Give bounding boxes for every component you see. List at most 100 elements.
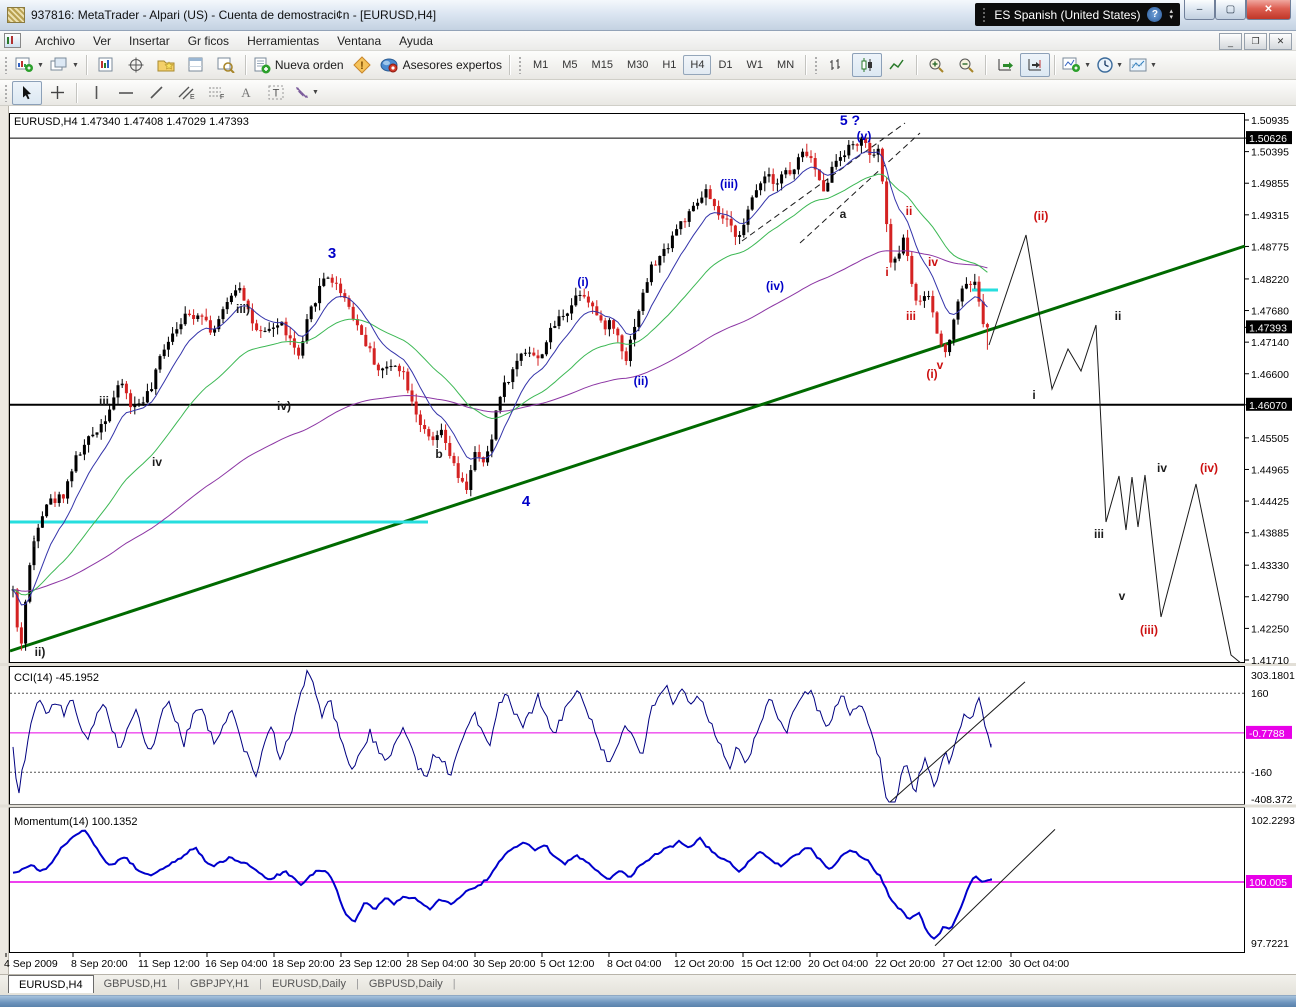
candle-body bbox=[427, 429, 430, 436]
candle-body bbox=[549, 328, 552, 342]
crosshair-tool-button[interactable] bbox=[42, 81, 72, 105]
menu-insertar[interactable]: Insertar bbox=[120, 32, 179, 50]
templates-button[interactable]: ▼ bbox=[1126, 53, 1160, 77]
candle-body bbox=[360, 325, 363, 335]
momentum-panel[interactable]: Momentum(14) 100.1352102.229397.7221100.… bbox=[10, 808, 1295, 953]
cci-level-label: 160 bbox=[1251, 688, 1269, 700]
language-bar-grip[interactable] bbox=[982, 7, 987, 23]
restore-button[interactable]: ▢ bbox=[1215, 0, 1246, 20]
menu-ayuda[interactable]: Ayuda bbox=[390, 32, 442, 50]
menu-graficos[interactable]: Gr ficos bbox=[179, 32, 238, 50]
candle-body bbox=[600, 315, 603, 320]
candle-body bbox=[898, 253, 901, 258]
panel-splitter[interactable] bbox=[0, 663, 1296, 666]
terminal-button[interactable] bbox=[181, 53, 211, 77]
candle-body bbox=[49, 498, 52, 504]
mdi-close-button[interactable]: ✕ bbox=[1269, 33, 1292, 50]
chart-shift-button[interactable] bbox=[1020, 53, 1050, 77]
zoom-in-button[interactable] bbox=[921, 53, 951, 77]
candle-body bbox=[423, 425, 426, 429]
candle-body bbox=[322, 279, 325, 286]
timeframe-h1[interactable]: H1 bbox=[655, 55, 683, 75]
bar-chart-button[interactable] bbox=[822, 53, 852, 77]
wave-label: iv bbox=[928, 255, 938, 269]
strategy-tester-button[interactable] bbox=[211, 53, 241, 77]
wave-label: (iv) bbox=[1200, 461, 1218, 475]
navigator-button[interactable] bbox=[151, 53, 181, 77]
horizontal-line-tool-button[interactable] bbox=[111, 81, 141, 105]
data-window-button[interactable] bbox=[121, 53, 151, 77]
candle-body bbox=[205, 317, 208, 321]
wave-label: (v) bbox=[857, 129, 872, 143]
tab-eurusd-daily[interactable]: EURUSD,Daily bbox=[262, 975, 356, 992]
tab-gbpusd-daily[interactable]: GBPUSD,Daily bbox=[359, 975, 453, 992]
wave-label: iii) bbox=[236, 302, 250, 316]
toolbar-grip[interactable] bbox=[4, 84, 9, 102]
candle-body bbox=[927, 296, 930, 297]
vertical-line-tool-button[interactable] bbox=[81, 81, 111, 105]
candle-body bbox=[616, 329, 619, 336]
toolbar-grip[interactable] bbox=[814, 56, 819, 74]
menu-ventana[interactable]: Ventana bbox=[328, 32, 390, 50]
candle-body bbox=[87, 436, 90, 445]
new-chart-button[interactable]: ▼ bbox=[12, 53, 47, 77]
timeframe-m30[interactable]: M30 bbox=[620, 55, 655, 75]
timeframe-d1[interactable]: D1 bbox=[711, 55, 739, 75]
menu-ver[interactable]: Ver bbox=[84, 32, 120, 50]
toolbar-grip[interactable] bbox=[4, 56, 9, 74]
menu-herramientas[interactable]: Herramientas bbox=[238, 32, 328, 50]
close-button[interactable]: ✕ bbox=[1246, 0, 1291, 20]
arrows-tool-button[interactable]: ▼ bbox=[291, 81, 322, 105]
panel-splitter[interactable] bbox=[0, 805, 1296, 808]
metatrader-window: 937816: MetaTrader - Alpari (US) - Cuent… bbox=[0, 0, 1296, 1002]
candle-body bbox=[805, 152, 808, 156]
timeframe-m5[interactable]: M5 bbox=[555, 55, 584, 75]
indicators-button[interactable]: ▼ bbox=[1059, 53, 1094, 77]
language-bar-options-icon[interactable]: ▴▾ bbox=[1169, 9, 1173, 21]
line-chart-button[interactable] bbox=[882, 53, 912, 77]
tab-gbpusd-h1[interactable]: GBPUSD,H1 bbox=[94, 975, 178, 992]
new-order-button[interactable]: Nueva orden bbox=[250, 53, 347, 77]
expert-advisors-button[interactable]: Asesores expertos bbox=[377, 53, 505, 77]
minimize-button[interactable]: – bbox=[1184, 0, 1215, 20]
auto-scroll-button[interactable] bbox=[990, 53, 1020, 77]
chart-area[interactable]: 35 ?(v)(iii)(i)(iv)(ii)4iii)iv)iiiiviii)… bbox=[0, 106, 1296, 974]
dropdown-caret-icon: ▼ bbox=[312, 89, 319, 96]
language-bar[interactable]: ES Spanish (United States) ? ▴▾ bbox=[975, 3, 1180, 26]
candlestick-chart-button[interactable] bbox=[852, 53, 882, 77]
ohlc-header: EURUSD,H4 1.47340 1.47408 1.47029 1.4739… bbox=[14, 116, 249, 128]
mdi-restore-button[interactable]: ❐ bbox=[1244, 33, 1267, 50]
candle-body bbox=[747, 210, 750, 225]
menu-archivo[interactable]: Archivo bbox=[26, 32, 84, 50]
timeframe-h4[interactable]: H4 bbox=[683, 55, 711, 75]
profiles-button[interactable]: ▼ bbox=[47, 53, 82, 77]
fibonacci-tool-button[interactable]: F bbox=[201, 81, 231, 105]
zoom-out-button[interactable] bbox=[951, 53, 981, 77]
market-watch-button[interactable] bbox=[91, 53, 121, 77]
candle-body bbox=[612, 320, 615, 329]
cursor-tool-button[interactable] bbox=[12, 81, 42, 105]
candle-body bbox=[541, 354, 544, 358]
timeframe-w1[interactable]: W1 bbox=[740, 55, 771, 75]
tab-gbpjpy-h1[interactable]: GBPJPY,H1 bbox=[180, 975, 259, 992]
title-bar[interactable]: 937816: MetaTrader - Alpari (US) - Cuent… bbox=[0, 0, 1296, 31]
timeframe-m15[interactable]: M15 bbox=[585, 55, 620, 75]
timeframe-m1[interactable]: M1 bbox=[526, 55, 555, 75]
help-icon[interactable]: ? bbox=[1147, 7, 1162, 22]
eurusd-h4-chart[interactable]: 35 ?(v)(iii)(i)(iv)(ii)4iii)iv)iiiiviii)… bbox=[0, 106, 1296, 974]
candle-body bbox=[201, 315, 204, 316]
trendline-tool-button[interactable] bbox=[141, 81, 171, 105]
toolbar-grip[interactable] bbox=[518, 56, 523, 74]
cci-panel[interactable]: 160-160CCI(14) -45.1952303.1801-408.372-… bbox=[10, 667, 1295, 807]
chart-window-icon[interactable] bbox=[4, 33, 21, 48]
periods-button[interactable]: ▼ bbox=[1094, 53, 1126, 77]
timeframe-mn[interactable]: MN bbox=[770, 55, 801, 75]
main-price-panel[interactable]: 35 ?(v)(iii)(i)(iv)(ii)4iii)iv)iiiiviii)… bbox=[10, 112, 1246, 664]
candle-body bbox=[637, 311, 640, 327]
tab-eurusd-h4[interactable]: EURUSD,H4 bbox=[8, 975, 94, 993]
equidistant-channel-tool-button[interactable]: E bbox=[171, 81, 201, 105]
text-label-tool-button[interactable]: T bbox=[261, 81, 291, 105]
warning-icon[interactable]: ! bbox=[347, 53, 377, 77]
text-tool-button[interactable]: A bbox=[231, 81, 261, 105]
mdi-minimize-button[interactable]: _ bbox=[1219, 33, 1242, 50]
